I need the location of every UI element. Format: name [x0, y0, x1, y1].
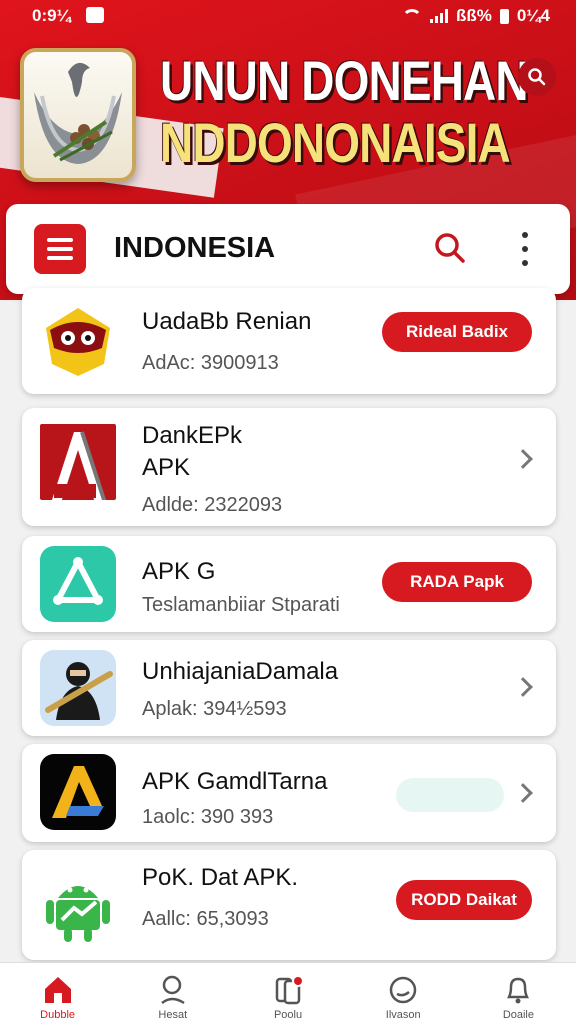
- nav-item-library[interactable]: Poolu: [230, 963, 345, 1024]
- app-name: UnhiajaniaDamala: [142, 658, 339, 685]
- app-name: DankEPk APK: [142, 422, 243, 481]
- app-subtitle: Teslamanbiiar Stparati: [142, 594, 340, 616]
- search-icon[interactable]: [518, 58, 556, 96]
- notification-icon: [86, 7, 104, 23]
- app-subtitle: Adlde: 2322093: [142, 494, 283, 516]
- download-button[interactable]: RODD Daikat: [396, 880, 532, 920]
- battery-percent: ßß%: [456, 6, 492, 25]
- signal-icon: [430, 9, 449, 23]
- app-subtitle: 1aolc: 390 393: [142, 806, 274, 828]
- list-item[interactable]: APK G Teslamanbiiar Stparati RADA Papk: [22, 536, 556, 632]
- app-subtitle: Aplak: 394½593: [142, 698, 287, 720]
- nav-item-home[interactable]: Dubble: [0, 963, 115, 1024]
- clock-icon: [389, 976, 417, 1004]
- apk-a-logo-icon: [40, 424, 116, 500]
- app-name: APK G: [142, 558, 216, 585]
- app-name: APK GamdlTarna: [142, 768, 328, 795]
- download-button[interactable]: Rideal Badix: [382, 312, 532, 352]
- home-icon: [44, 977, 71, 1003]
- list-item[interactable]: UnhiajaniaDamala Aplak: 394½593: [22, 640, 556, 736]
- status-time: 0:9¼: [32, 6, 71, 25]
- list-item[interactable]: DankEPk APK Adlde: 2322093: [22, 408, 556, 526]
- nav-label: Doaile: [502, 1009, 534, 1021]
- download-button[interactable]: RADA Papk: [382, 562, 532, 602]
- list-item[interactable]: PoK. Dat APK. Aallc: 65,3093 RODD Daikat: [22, 850, 556, 960]
- ninja-icon: [40, 650, 116, 726]
- status-clock: 0¼4: [516, 6, 550, 25]
- app-name: PoK. Dat APK.: [142, 864, 299, 891]
- page-title: INDONESIA: [114, 232, 276, 264]
- search-icon[interactable]: [432, 230, 468, 266]
- more-vertical-icon[interactable]: [520, 232, 530, 266]
- nav-item-search[interactable]: Hesat: [115, 963, 230, 1024]
- search-icon: [161, 975, 185, 1005]
- chevron-right-icon[interactable]: [513, 449, 533, 469]
- bottom-navigation: Dubble Hesat Poolu Ilvason Doaile: [0, 962, 576, 1024]
- nav-label: Dubble: [40, 1009, 76, 1021]
- bell-icon: [507, 977, 530, 1004]
- status-indicators: ßß% 0¼4: [402, 6, 550, 26]
- hamburger-menu-icon[interactable]: [34, 224, 86, 274]
- battery-icon: [499, 8, 509, 24]
- app-store-icon: [40, 546, 116, 622]
- masked-face-icon: [40, 304, 116, 380]
- nav-item-clock[interactable]: Ilvason: [346, 963, 461, 1024]
- nav-item-notifications[interactable]: Doaile: [461, 963, 576, 1024]
- nav-label: Ilvason: [385, 1009, 421, 1021]
- app-name: UadaBb Renian: [142, 308, 312, 335]
- faded-action-button[interactable]: [396, 778, 504, 812]
- top-app-bar: INDONESIA: [6, 204, 570, 294]
- nav-label: Hesat: [158, 1009, 188, 1021]
- chevron-right-icon[interactable]: [513, 677, 533, 697]
- banner-title-line2: NDDONONAISIA: [160, 111, 511, 174]
- list-item[interactable]: APK GamdlTarna 1aolc: 390 393: [22, 744, 556, 842]
- banner-title: UNUN DONEHAN NDDONONAISIA: [160, 49, 529, 174]
- status-bar: 0:9¼ ßß% 0¼4: [0, 0, 576, 32]
- chevron-right-icon[interactable]: [513, 783, 533, 803]
- wifi-icon: [402, 9, 423, 23]
- nav-label: Poolu: [273, 1009, 303, 1021]
- app-subtitle: Aallc: 65,3093: [142, 908, 269, 930]
- list-item[interactable]: UadaBb Renian AdAc: 3900913 Rideal Badix: [22, 288, 556, 394]
- garuda-emblem-icon: [20, 48, 136, 182]
- android-robot-icon: [40, 868, 116, 944]
- apk-gold-a-icon: [40, 754, 116, 830]
- banner-title-line1: UNUN DONEHAN: [160, 49, 529, 112]
- app-subtitle: AdAc: 3900913: [142, 352, 279, 374]
